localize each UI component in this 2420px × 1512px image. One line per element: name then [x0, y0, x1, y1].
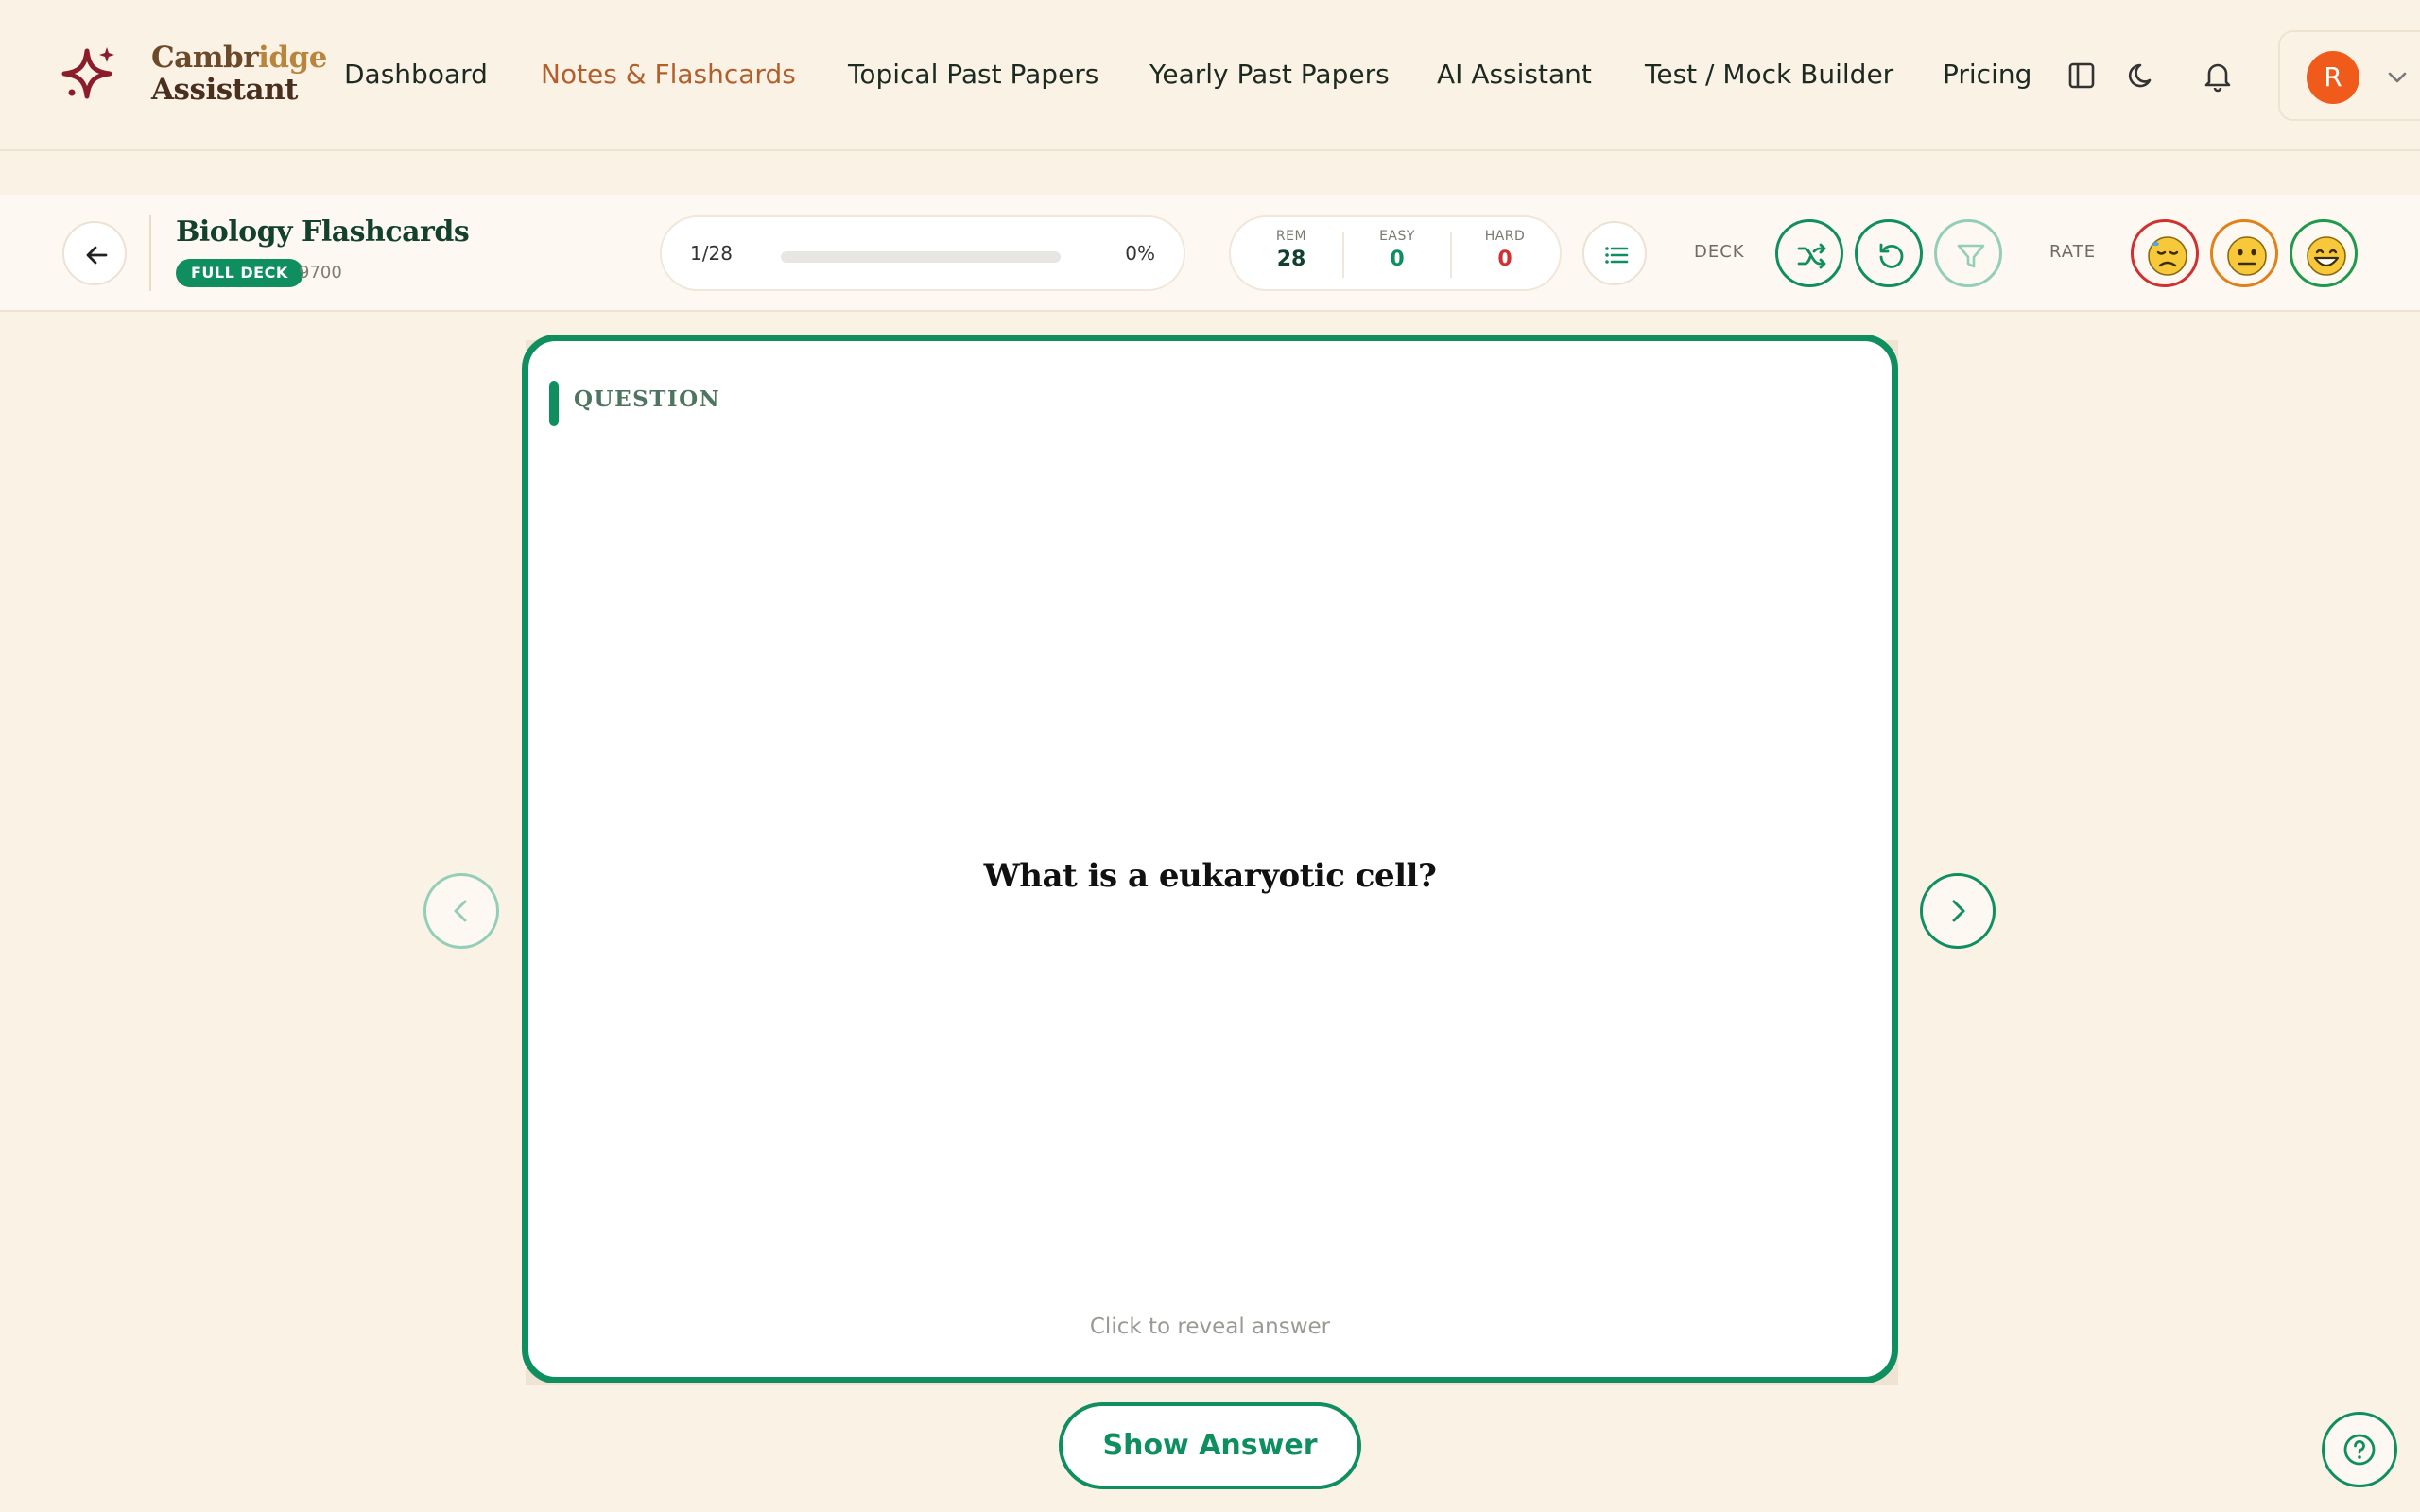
reset-icon — [1879, 243, 1904, 268]
rate-hard-button[interactable] — [2131, 219, 2199, 287]
toolbar-divider — [149, 215, 151, 291]
stat-divider — [1450, 232, 1452, 278]
brand-line-1: Cambr — [151, 41, 259, 75]
next-card-button[interactable] — [1920, 873, 1996, 949]
help-icon — [2343, 1434, 2376, 1466]
arrow-left-icon — [86, 246, 108, 265]
progress-percent: 0% — [1125, 242, 1155, 265]
brand-line-1-highlight: idge — [258, 41, 327, 75]
sparkle-logo-icon[interactable] — [60, 45, 117, 102]
reset-deck-button[interactable] — [1855, 219, 1923, 287]
rate-ok-button[interactable] — [2210, 219, 2278, 287]
nav-pricing[interactable]: Pricing — [1943, 57, 2031, 93]
brand-line-2: Assistant — [151, 73, 298, 107]
deck-title: Biology Flashcards — [176, 215, 470, 249]
chevron-down-icon[interactable] — [2380, 60, 2414, 94]
sidebar-toggle-icon[interactable] — [2063, 57, 2100, 94]
show-answer-button[interactable]: Show Answer — [1059, 1402, 1361, 1489]
brand-logo-text[interactable]: Cambridge Assistant — [151, 42, 327, 106]
stat-easy-label: EASY — [1379, 229, 1415, 244]
subject-code: 9700 — [299, 263, 342, 283]
card-side-label: QUESTION — [574, 387, 721, 412]
grin-face-icon — [2307, 236, 2346, 276]
nav-yearly-past-papers[interactable]: Yearly Past Papers — [1150, 57, 1390, 93]
stat-remaining: REM 28 — [1244, 229, 1339, 271]
flashcard-toolbar: Biology Flashcards FULL DECK 9700 1/28 0… — [0, 195, 2420, 312]
filter-icon — [1957, 244, 1985, 268]
filter-button[interactable] — [1934, 219, 2002, 287]
stat-remaining-label: REM — [1275, 229, 1307, 244]
flashcard[interactable]: QUESTION What is a eukaryotic cell? Clic… — [522, 335, 1898, 1383]
chevron-left-icon — [454, 900, 467, 922]
card-list-button[interactable] — [1582, 221, 1647, 285]
card-stats: REM 28 EASY 0 HARD 0 — [1229, 215, 1562, 291]
top-navigation: Cambridge Assistant Dashboard Notes & Fl… — [0, 0, 2420, 151]
nav-notes-flashcards[interactable]: Notes & Flashcards — [541, 57, 796, 93]
deck-actions-label: DECK — [1694, 242, 1745, 262]
user-menu[interactable]: R — [2278, 30, 2420, 121]
previous-card-button[interactable] — [424, 873, 499, 949]
question-text: What is a eukaryotic cell? — [983, 857, 1437, 895]
progress-bar — [781, 251, 1061, 263]
question-accent-bar — [549, 381, 559, 426]
reveal-hint: Click to reveal answer — [1089, 1314, 1331, 1339]
sad-face-icon — [2148, 236, 2187, 276]
progress-count: 1/28 — [690, 242, 733, 265]
rate-easy-button[interactable] — [2290, 219, 2358, 287]
neutral-face-icon — [2227, 236, 2267, 276]
back-button[interactable] — [62, 221, 127, 285]
shuffle-icon — [1797, 243, 1826, 269]
stat-divider — [1342, 232, 1344, 278]
deck-mode-badge: FULL DECK — [176, 259, 303, 287]
stat-easy-value: 0 — [1390, 248, 1405, 271]
stat-hard-label: HARD — [1484, 229, 1526, 244]
stat-hard: HARD 0 — [1458, 229, 1552, 271]
avatar[interactable]: R — [2307, 51, 2360, 104]
shuffle-button[interactable] — [1775, 219, 1843, 287]
rate-label: RATE — [2049, 242, 2097, 262]
bell-icon[interactable] — [2199, 57, 2237, 94]
nav-topical-past-papers[interactable]: Topical Past Papers — [848, 57, 1098, 93]
help-button[interactable] — [2322, 1412, 2397, 1487]
moon-icon[interactable] — [2123, 57, 2161, 94]
chevron-right-icon — [1952, 900, 1965, 922]
nav-test-mock-builder[interactable]: Test / Mock Builder — [1645, 57, 1893, 93]
nav-dashboard[interactable]: Dashboard — [344, 57, 488, 93]
stat-remaining-value: 28 — [1276, 248, 1306, 271]
list-icon — [1605, 247, 1629, 264]
nav-ai-assistant[interactable]: AI Assistant — [1437, 57, 1592, 93]
stat-hard-value: 0 — [1497, 248, 1512, 271]
stat-easy: EASY 0 — [1350, 229, 1444, 271]
progress-indicator: 1/28 0% — [660, 215, 1185, 291]
